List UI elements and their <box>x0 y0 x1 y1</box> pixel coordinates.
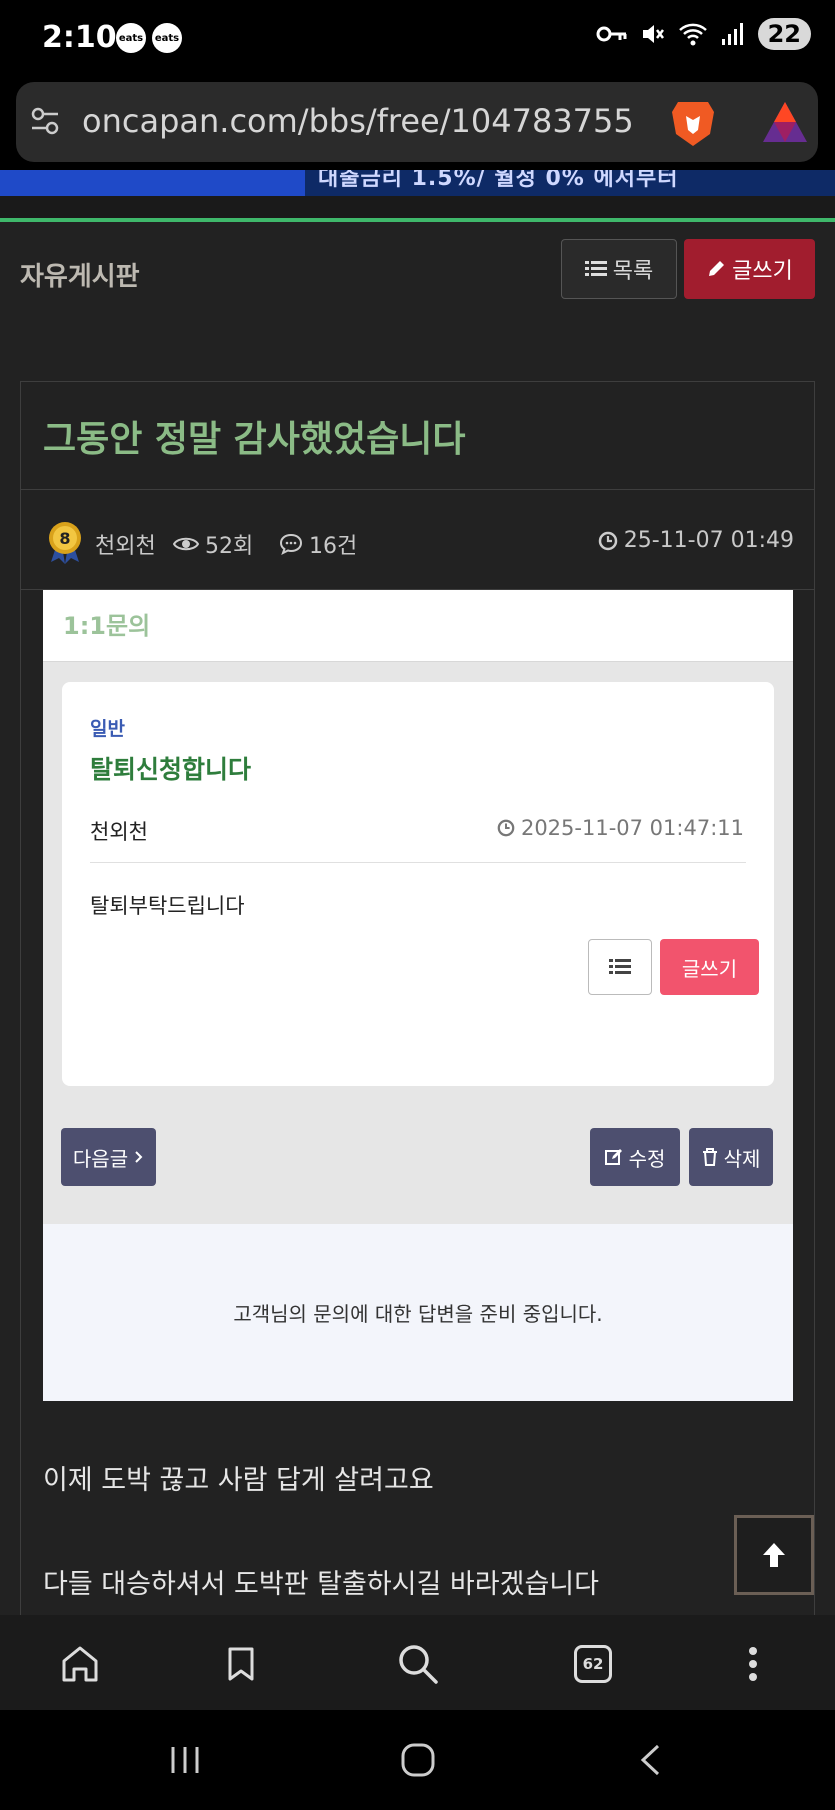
reply-status-text: 고객님의 문의에 대한 답변을 준비 중입니다. <box>233 1302 603 1326</box>
edit-button: 수정 <box>590 1128 680 1186</box>
ad-banner-left <box>0 170 305 196</box>
mute-icon <box>642 25 664 43</box>
home-nav-button[interactable] <box>393 1740 443 1780</box>
inquiry-date: 2025-11-07 01:47:11 <box>497 816 744 840</box>
search-icon <box>399 1645 438 1684</box>
trash-icon <box>702 1148 717 1166</box>
scroll-top-button[interactable] <box>734 1515 814 1595</box>
clock-icon <box>598 531 617 550</box>
write-button[interactable]: 글쓰기 <box>684 239 815 299</box>
signal-icon <box>721 23 743 45</box>
arrow-up-icon <box>763 1543 785 1567</box>
tab-count: 62 <box>574 1645 612 1683</box>
system-navigation-bar <box>0 1710 835 1810</box>
list-button-label: 목록 <box>612 259 654 284</box>
post-views: 52회 <box>173 528 253 560</box>
status-time: 2:10 <box>42 20 117 55</box>
recent-apps-icon <box>171 1747 199 1773</box>
post-body-line: 다들 대승하셔서 도박판 탈출하시길 바라겠습니다 <box>43 1569 599 1600</box>
pencil-icon <box>709 261 725 276</box>
clock-icon <box>497 819 515 837</box>
recent-apps-button[interactable] <box>160 1740 210 1780</box>
reply-area: 고객님의 문의에 대한 답변을 준비 중입니다. <box>43 1224 793 1401</box>
inquiry-header-title: 1:1문의 <box>63 612 151 640</box>
bookmarks-button[interactable] <box>216 1639 266 1689</box>
post-card: 그동안 정말 감사했었습니다 8 천외천 52회 16건 25-11-07 01… <box>20 381 815 1631</box>
list-icon <box>584 261 607 276</box>
post-title-row: 그동안 정말 감사했었습니다 <box>21 382 814 490</box>
delete-button: 삭제 <box>689 1128 773 1186</box>
key-icon <box>596 26 627 42</box>
post-comments: 16건 <box>279 528 357 560</box>
address-bar[interactable]: oncapan.com/bbs/free/104783755 <box>16 82 818 162</box>
next-post-label: 다음글 <box>72 1146 129 1171</box>
bookmark-icon <box>228 1647 254 1681</box>
level-number: 8 <box>59 529 70 548</box>
post-date-text: 25-11-07 01:49 <box>623 528 794 553</box>
divider <box>90 862 746 863</box>
inquiry-list-button <box>588 939 652 995</box>
eats-notification-icon: eats <box>116 23 146 53</box>
status-bar: 2:10 eats eats 22 <box>0 0 835 80</box>
inquiry-title: 탈퇴신청합니다 <box>90 755 252 784</box>
next-post-button: 다음글 <box>61 1128 156 1186</box>
write-button-label: 글쓰기 <box>732 259 793 284</box>
home-button[interactable] <box>55 1639 105 1689</box>
inquiry-header: 1:1문의 <box>43 590 793 662</box>
brave-shields-icon[interactable] <box>668 96 718 150</box>
url-text[interactable]: oncapan.com/bbs/free/104783755 <box>82 102 634 140</box>
ad-banner-text: 대출금리 1.5%/ 월정 0% 에서부터 <box>318 170 679 191</box>
menu-button[interactable] <box>728 1639 778 1689</box>
battery-indicator: 22 <box>757 18 811 50</box>
board-title: 자유게시판 <box>20 262 140 292</box>
post-comments-count: 16건 <box>309 534 358 559</box>
list-icon <box>609 959 631 974</box>
level-badge-icon: 8 <box>49 522 81 564</box>
back-icon <box>640 1744 660 1776</box>
edit-icon <box>604 1149 622 1165</box>
inquiry-author: 천외천 <box>90 820 148 844</box>
spacer <box>0 196 835 218</box>
embedded-screenshot: 1:1문의 일반 탈퇴신청합니다 천외천 2025-11-07 01:47:11… <box>43 590 793 1401</box>
comment-icon <box>279 533 303 555</box>
back-button[interactable] <box>625 1740 675 1780</box>
chevron-right-icon <box>135 1151 143 1163</box>
home-circle-icon <box>401 1743 435 1777</box>
inquiry-card: 일반 탈퇴신청합니다 천외천 2025-11-07 01:47:11 탈퇴부탁드… <box>62 682 774 1086</box>
inquiry-write-button: 글쓰기 <box>660 939 759 995</box>
search-button[interactable] <box>393 1639 443 1689</box>
more-vertical-icon <box>749 1647 757 1681</box>
list-button[interactable]: 목록 <box>561 239 677 299</box>
post-author[interactable]: 천외천 <box>95 528 156 560</box>
post-title: 그동안 정말 감사했었습니다 <box>43 419 466 460</box>
home-icon <box>62 1646 98 1682</box>
brave-rewards-icon[interactable] <box>760 98 810 146</box>
post-meta: 8 천외천 52회 16건 25-11-07 01:49 <box>21 490 814 590</box>
inquiry-category: 일반 <box>90 718 125 740</box>
site-settings-icon[interactable] <box>30 106 60 136</box>
edit-label: 수정 <box>628 1146 666 1171</box>
eats-notification-icon: eats <box>152 23 182 53</box>
post-date: 25-11-07 01:49 <box>598 528 794 553</box>
browser-bottom-bar: 62 <box>0 1615 835 1710</box>
post-views-count: 52회 <box>205 534 254 559</box>
accent-divider <box>0 218 835 222</box>
ad-banner[interactable]: 대출금리 1.5%/ 월정 0% 에서부터 <box>0 170 835 196</box>
inquiry-date-text: 2025-11-07 01:47:11 <box>520 816 744 840</box>
eye-icon <box>173 537 199 551</box>
inquiry-body: 탈퇴부탁드립니다 <box>90 894 245 918</box>
browser-toolbar: oncapan.com/bbs/free/104783755 <box>0 80 835 170</box>
post-body-line: 이제 도박 끊고 사람 답게 살려고요 <box>43 1465 434 1496</box>
wifi-icon <box>678 23 707 46</box>
delete-label: 삭제 <box>723 1146 761 1171</box>
status-icons: 22 <box>596 18 811 50</box>
tabs-button[interactable]: 62 <box>568 1639 618 1689</box>
